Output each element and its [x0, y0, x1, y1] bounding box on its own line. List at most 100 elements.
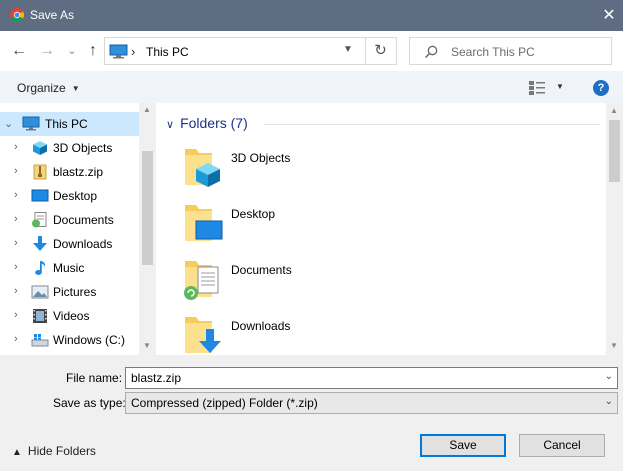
hide-folders-label: Hide Folders	[27, 444, 96, 458]
view-options-icon[interactable]	[529, 81, 545, 95]
breadcrumb-this-pc[interactable]: This PC	[146, 45, 189, 59]
3d-objects-folder-icon	[185, 149, 220, 187]
folder-item-3d-objects[interactable]: 3D Objects	[182, 145, 482, 201]
desktop-icon	[31, 189, 49, 202]
forward-icon[interactable]: →	[36, 41, 58, 61]
save-button[interactable]: Save	[420, 434, 506, 457]
nav-item-videos[interactable]: › Videos	[0, 304, 139, 328]
view-dropdown-icon[interactable]: ▼	[556, 82, 564, 91]
folder-label: Documents	[231, 263, 292, 277]
save-type-label: Save as type:	[53, 396, 126, 410]
folders-group-header[interactable]: ∨ Folders (7)	[166, 115, 248, 131]
pictures-icon	[31, 285, 49, 299]
window-title: Save As	[30, 8, 75, 22]
desktop-folder-icon	[185, 205, 223, 241]
chevron-down-icon[interactable]: ⌄	[605, 396, 613, 407]
chrome-icon	[10, 8, 24, 22]
group-title: Folders (7)	[180, 115, 248, 131]
divider	[264, 124, 600, 125]
search-placeholder: Search This PC	[451, 45, 535, 59]
file-name-label: File name:	[66, 371, 123, 385]
nav-item-windows-c[interactable]: › Windows (C:)	[0, 328, 139, 352]
nav-item-documents[interactable]: › Documents	[0, 208, 139, 232]
nav-item-label: Desktop	[53, 189, 98, 203]
chevron-right-icon[interactable]: ›	[14, 237, 18, 249]
nav-item-label: Documents	[53, 213, 114, 227]
recent-locations-icon[interactable]: ⌄	[61, 41, 83, 61]
help-icon[interactable]: ?	[593, 80, 609, 96]
search-icon	[424, 45, 438, 59]
chevron-right-icon[interactable]: ›	[14, 261, 18, 273]
breadcrumb-separator: ›	[131, 44, 136, 59]
nav-item-desktop[interactable]: › Desktop	[0, 184, 139, 208]
documents-icon	[32, 212, 47, 228]
folder-label: Downloads	[231, 319, 291, 333]
nav-item-label: 3D Objects	[53, 141, 113, 155]
nav-item-blastz-zip[interactable]: › blastz.zip	[0, 160, 139, 184]
nav-scrollbar[interactable]: ▲ ▼	[139, 103, 156, 355]
content-pane: ∨ Folders (7) 3D Objects Desktop Document…	[156, 103, 623, 355]
content-scrollbar[interactable]: ▲ ▼	[606, 103, 623, 355]
organize-label: Organize	[17, 81, 66, 95]
downloads-icon	[33, 236, 47, 251]
title-bar: Save As ✕	[0, 0, 623, 31]
downloads-folder-icon	[185, 317, 221, 353]
navigation-toolbar: ← → ⌄ ↑ › This PC ▼ ↻ Search This PC Org…	[0, 31, 623, 103]
chevron-right-icon[interactable]: ›	[14, 141, 18, 153]
chevron-right-icon[interactable]: ›	[14, 333, 18, 345]
nav-item-label: Pictures	[53, 285, 97, 299]
save-type-select[interactable]: Compressed (zipped) Folder (*.zip) ⌄	[125, 392, 618, 414]
chevron-right-icon[interactable]: ›	[14, 189, 18, 201]
zip-folder-icon	[33, 164, 47, 180]
scrollbar-thumb[interactable]	[609, 120, 620, 182]
chevron-right-icon[interactable]: ›	[14, 165, 18, 177]
scroll-down-icon[interactable]: ▼	[610, 341, 618, 350]
up-icon[interactable]: ↑	[82, 41, 104, 61]
folder-item-downloads[interactable]: Downloads	[182, 313, 482, 355]
chevron-down-icon: ∨	[166, 119, 175, 131]
folder-label: 3D Objects	[231, 151, 291, 165]
this-pc-icon	[22, 116, 40, 131]
scrollbar-thumb[interactable]	[142, 151, 153, 265]
nav-item-this-pc[interactable]: ⌄ This PC	[0, 112, 139, 136]
chevron-right-icon[interactable]: ›	[14, 309, 18, 321]
refresh-button[interactable]: ↻	[365, 37, 397, 65]
scroll-up-icon[interactable]: ▲	[143, 105, 151, 114]
cancel-button[interactable]: Cancel	[519, 434, 605, 457]
organize-button[interactable]: Organize ▼	[17, 81, 80, 95]
this-pc-icon	[109, 44, 128, 59]
scroll-down-icon[interactable]: ▼	[143, 341, 151, 350]
scroll-up-icon[interactable]: ▲	[610, 106, 618, 115]
nav-item-downloads[interactable]: › Downloads	[0, 232, 139, 256]
save-form: File name: blastz.zip ⌄ Save as type: Co…	[0, 355, 623, 471]
folder-item-documents[interactable]: Documents	[182, 257, 482, 313]
chevron-up-icon: ▲	[12, 447, 22, 458]
back-icon[interactable]: ←	[8, 41, 30, 61]
save-type-value: Compressed (zipped) Folder (*.zip)	[131, 396, 318, 410]
folder-label: Desktop	[231, 207, 276, 221]
folder-item-desktop[interactable]: Desktop	[182, 201, 482, 257]
nav-item-label: Downloads	[53, 237, 113, 251]
chevron-right-icon[interactable]: ›	[14, 213, 18, 225]
chevron-down-icon[interactable]: ⌄	[4, 117, 13, 130]
nav-item-music[interactable]: › Music	[0, 256, 139, 280]
nav-item-label: Music	[53, 261, 85, 275]
file-name-field[interactable]: blastz.zip ⌄	[125, 367, 618, 389]
nav-item-label: This PC	[45, 117, 88, 131]
hide-folders-button[interactable]: ▲ Hide Folders	[12, 444, 96, 458]
chevron-down-icon[interactable]: ⌄	[605, 371, 613, 382]
drive-icon	[31, 334, 49, 347]
nav-item-pictures[interactable]: › Pictures	[0, 280, 139, 304]
chevron-down-icon[interactable]: ▼	[343, 44, 353, 55]
file-name-value: blastz.zip	[131, 371, 182, 385]
chevron-right-icon[interactable]: ›	[14, 285, 18, 297]
close-icon[interactable]: ✕	[595, 0, 623, 31]
documents-folder-icon	[184, 261, 219, 300]
nav-item-3d-objects[interactable]: › 3D Objects	[0, 136, 139, 160]
search-input[interactable]: Search This PC	[409, 37, 612, 65]
nav-item-label: Videos	[53, 309, 90, 323]
address-bar[interactable]: › This PC ▼	[104, 37, 366, 65]
videos-icon	[33, 309, 47, 323]
command-bar: Organize ▼ ▼ ?	[0, 71, 623, 103]
navigation-pane: ⌄ This PC › 3D Objects › blastz.zip › De…	[0, 103, 156, 355]
